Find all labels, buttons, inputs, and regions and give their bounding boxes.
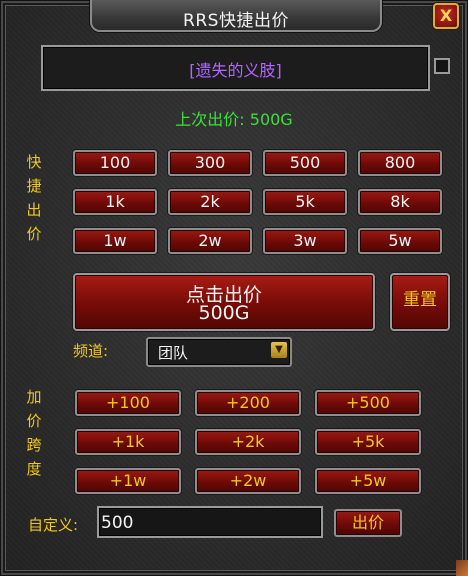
increment-button[interactable]: +500: [315, 390, 421, 416]
increment-label: 加 价 跨 度: [23, 385, 45, 481]
quick-bid-button[interactable]: 8k: [358, 189, 442, 215]
quick-bid-button[interactable]: 3w: [263, 228, 347, 254]
increment-button[interactable]: +2w: [195, 468, 301, 494]
close-icon[interactable]: X: [433, 3, 459, 29]
quick-bid-label-char: 捷: [26, 177, 42, 195]
custom-label: 自定义:: [28, 516, 79, 534]
quick-bid-label-char: 出: [26, 201, 42, 219]
chevron-down-icon[interactable]: ▼: [271, 342, 287, 358]
title-bar[interactable]: RRS快捷出价: [90, 0, 382, 32]
increment-label-char: 跨: [26, 436, 42, 454]
reset-button[interactable]: 重置: [390, 273, 450, 331]
quick-bid-button[interactable]: 500: [263, 150, 347, 176]
window-title: RRS快捷出价: [183, 11, 289, 31]
submit-bid-button[interactable]: 出价: [334, 509, 402, 537]
increment-label-char: 价: [26, 412, 42, 430]
increment-button[interactable]: +200: [195, 390, 301, 416]
quick-bid-button[interactable]: 1k: [73, 189, 157, 215]
quick-bid-button[interactable]: 5w: [358, 228, 442, 254]
quick-bid-label-char: 价: [26, 225, 42, 243]
quick-bid-button[interactable]: 300: [168, 150, 252, 176]
increment-button[interactable]: +5k: [315, 429, 421, 455]
custom-bid-input[interactable]: 500: [97, 506, 323, 538]
quick-bid-button[interactable]: 5k: [263, 189, 347, 215]
item-name: [遗失的义肢]: [189, 61, 282, 80]
quick-bid-button[interactable]: 800: [358, 150, 442, 176]
channel-dropdown[interactable]: 团队 ▼: [146, 337, 292, 367]
quick-bid-button[interactable]: 100: [73, 150, 157, 176]
increment-button[interactable]: +1w: [75, 468, 181, 494]
item-slot[interactable]: [遗失的义肢]: [41, 45, 430, 91]
quick-bid-label-char: 快: [26, 153, 42, 171]
channel-label: 频道:: [73, 342, 109, 360]
last-bid-text: 上次出价: 500G: [175, 110, 293, 129]
quick-bid-label: 快 捷 出 价: [23, 150, 45, 246]
quick-bid-button[interactable]: 2k: [168, 189, 252, 215]
increment-button[interactable]: +100: [75, 390, 181, 416]
increment-button[interactable]: +1k: [75, 429, 181, 455]
increment-label-char: 度: [26, 460, 42, 478]
increment-label-char: 加: [26, 388, 42, 406]
increment-button[interactable]: +5w: [315, 468, 421, 494]
channel-value: 团队: [158, 344, 189, 362]
resize-handle[interactable]: [456, 560, 468, 576]
item-checkbox[interactable]: [434, 58, 450, 74]
increment-button[interactable]: +2k: [195, 429, 301, 455]
quick-bid-button[interactable]: 1w: [73, 228, 157, 254]
click-bid-amount: 500G: [198, 302, 250, 324]
quick-bid-button[interactable]: 2w: [168, 228, 252, 254]
click-bid-button[interactable]: 点击出价 500G: [73, 273, 375, 331]
